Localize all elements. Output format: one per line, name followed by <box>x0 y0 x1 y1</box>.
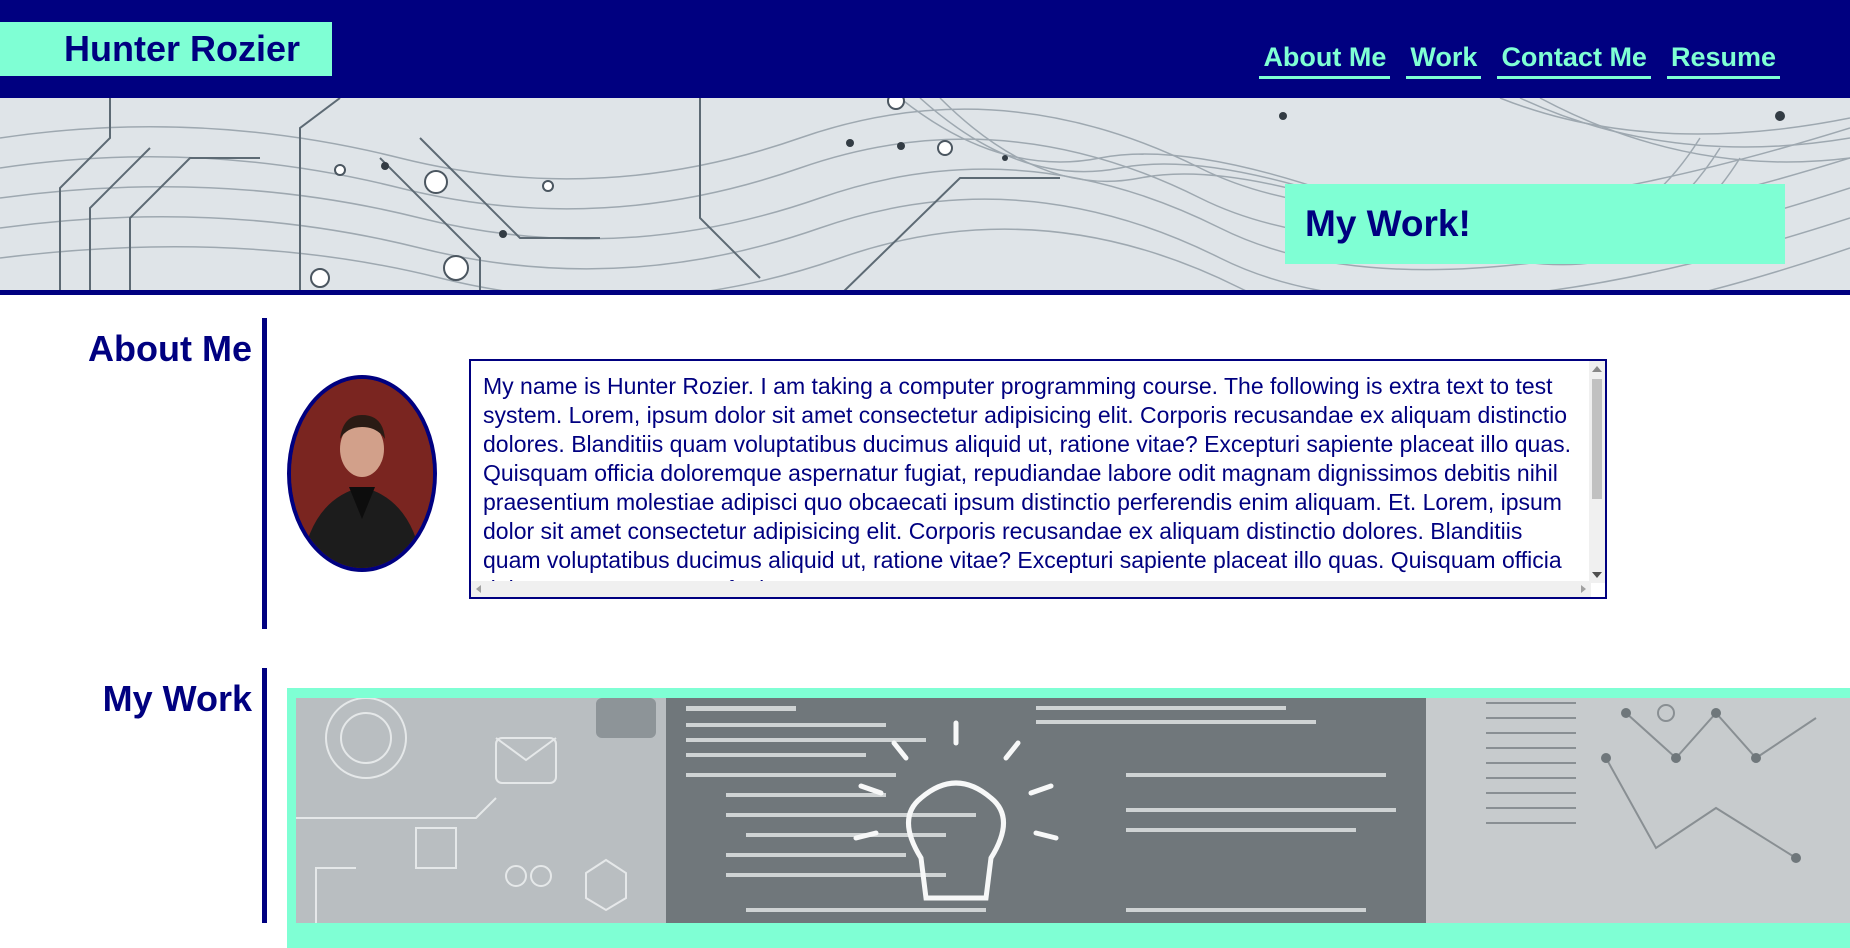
scroll-down-arrow-icon[interactable] <box>1592 572 1602 578</box>
site-header: Hunter Rozier About Me Work Contact Me R… <box>0 0 1850 98</box>
about-me-heading: About Me <box>88 328 252 369</box>
main-nav: About Me Work Contact Me Resume <box>1259 40 1780 79</box>
nav-link-about-me[interactable]: About Me <box>1259 40 1391 79</box>
work-showcase-image[interactable] <box>296 698 1850 923</box>
scrollbar-thumb[interactable] <box>1592 379 1602 499</box>
hero-title: My Work! <box>1285 184 1785 264</box>
profile-portrait-image <box>291 379 433 568</box>
about-me-divider <box>262 318 267 629</box>
my-work-divider <box>262 668 267 923</box>
nav-link-resume[interactable]: Resume <box>1666 40 1780 79</box>
nav-link-contact-me[interactable]: Contact Me <box>1497 40 1651 79</box>
scroll-up-arrow-icon[interactable] <box>1592 366 1602 372</box>
about-text-box[interactable]: My name is Hunter Rozier. I am taking a … <box>469 359 1607 599</box>
scroll-right-arrow-icon[interactable] <box>1581 585 1586 593</box>
tech-collage-image <box>296 698 1850 923</box>
horizontal-scrollbar[interactable] <box>471 581 1591 597</box>
hero-banner: My Work! <box>0 98 1850 295</box>
my-work-heading: My Work <box>102 678 252 719</box>
scroll-left-arrow-icon[interactable] <box>476 585 481 593</box>
profile-photo <box>287 375 437 572</box>
about-paragraph: My name is Hunter Rozier. I am taking a … <box>483 373 1572 597</box>
nav-link-work[interactable]: Work <box>1406 40 1482 79</box>
site-brand: Hunter Rozier <box>0 22 332 76</box>
vertical-scrollbar[interactable] <box>1589 361 1605 583</box>
